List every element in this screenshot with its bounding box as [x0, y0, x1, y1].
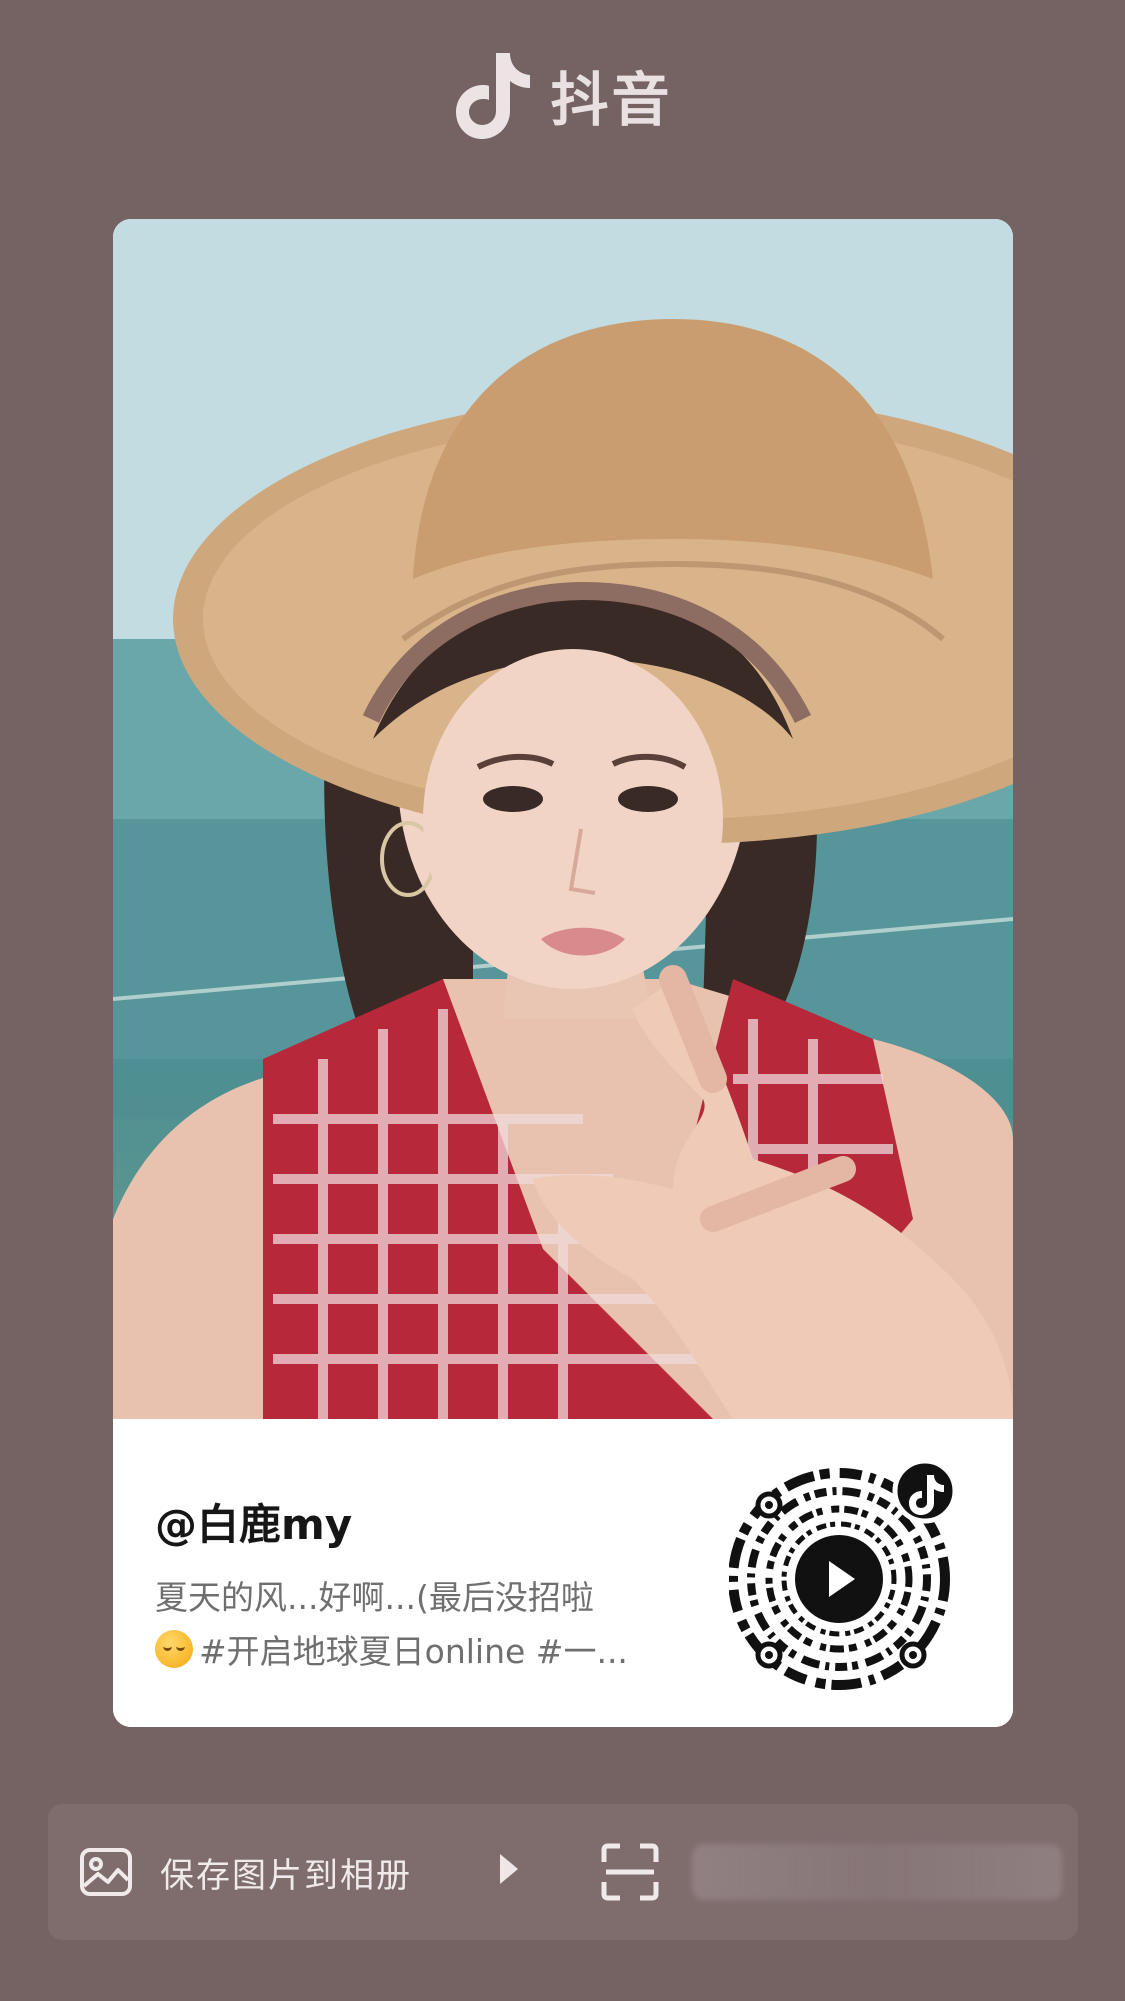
author-username[interactable]: @白鹿my [155, 1491, 352, 1552]
card-info: @白鹿my 夏天的风...好啊...(最后没招啦 #开启地球夏日online #… [113, 1419, 1013, 1727]
video-description-line1: 夏天的风...好啊...(最后没招啦 [155, 1578, 594, 1617]
douyin-note-icon [456, 53, 531, 139]
app-name: 抖音 [550, 66, 673, 134]
play-triangle-icon[interactable] [500, 1854, 518, 1884]
blurred-share-options [692, 1844, 1062, 1900]
save-to-album-label: 保存图片到相册 [160, 1855, 412, 1896]
scan-icon[interactable] [600, 1842, 660, 1902]
qr-code[interactable] [729, 1455, 965, 1691]
image-icon [80, 1848, 132, 1896]
video-description-line2: #开启地球夏日online #一... [155, 1625, 685, 1673]
app-logo: 抖音 [0, 40, 1125, 150]
bottom-action-bar: 保存图片到相册 [48, 1804, 1078, 1940]
save-to-album-button[interactable]: 保存图片到相册 [78, 1804, 412, 1940]
relieved-face-emoji-icon [155, 1630, 193, 1668]
cover-photo [113, 219, 1013, 1419]
share-card[interactable]: @白鹿my 夏天的风...好啊...(最后没招啦 #开启地球夏日online #… [113, 219, 1013, 1727]
video-description-text: #开启地球夏日online #一... [199, 1632, 628, 1671]
